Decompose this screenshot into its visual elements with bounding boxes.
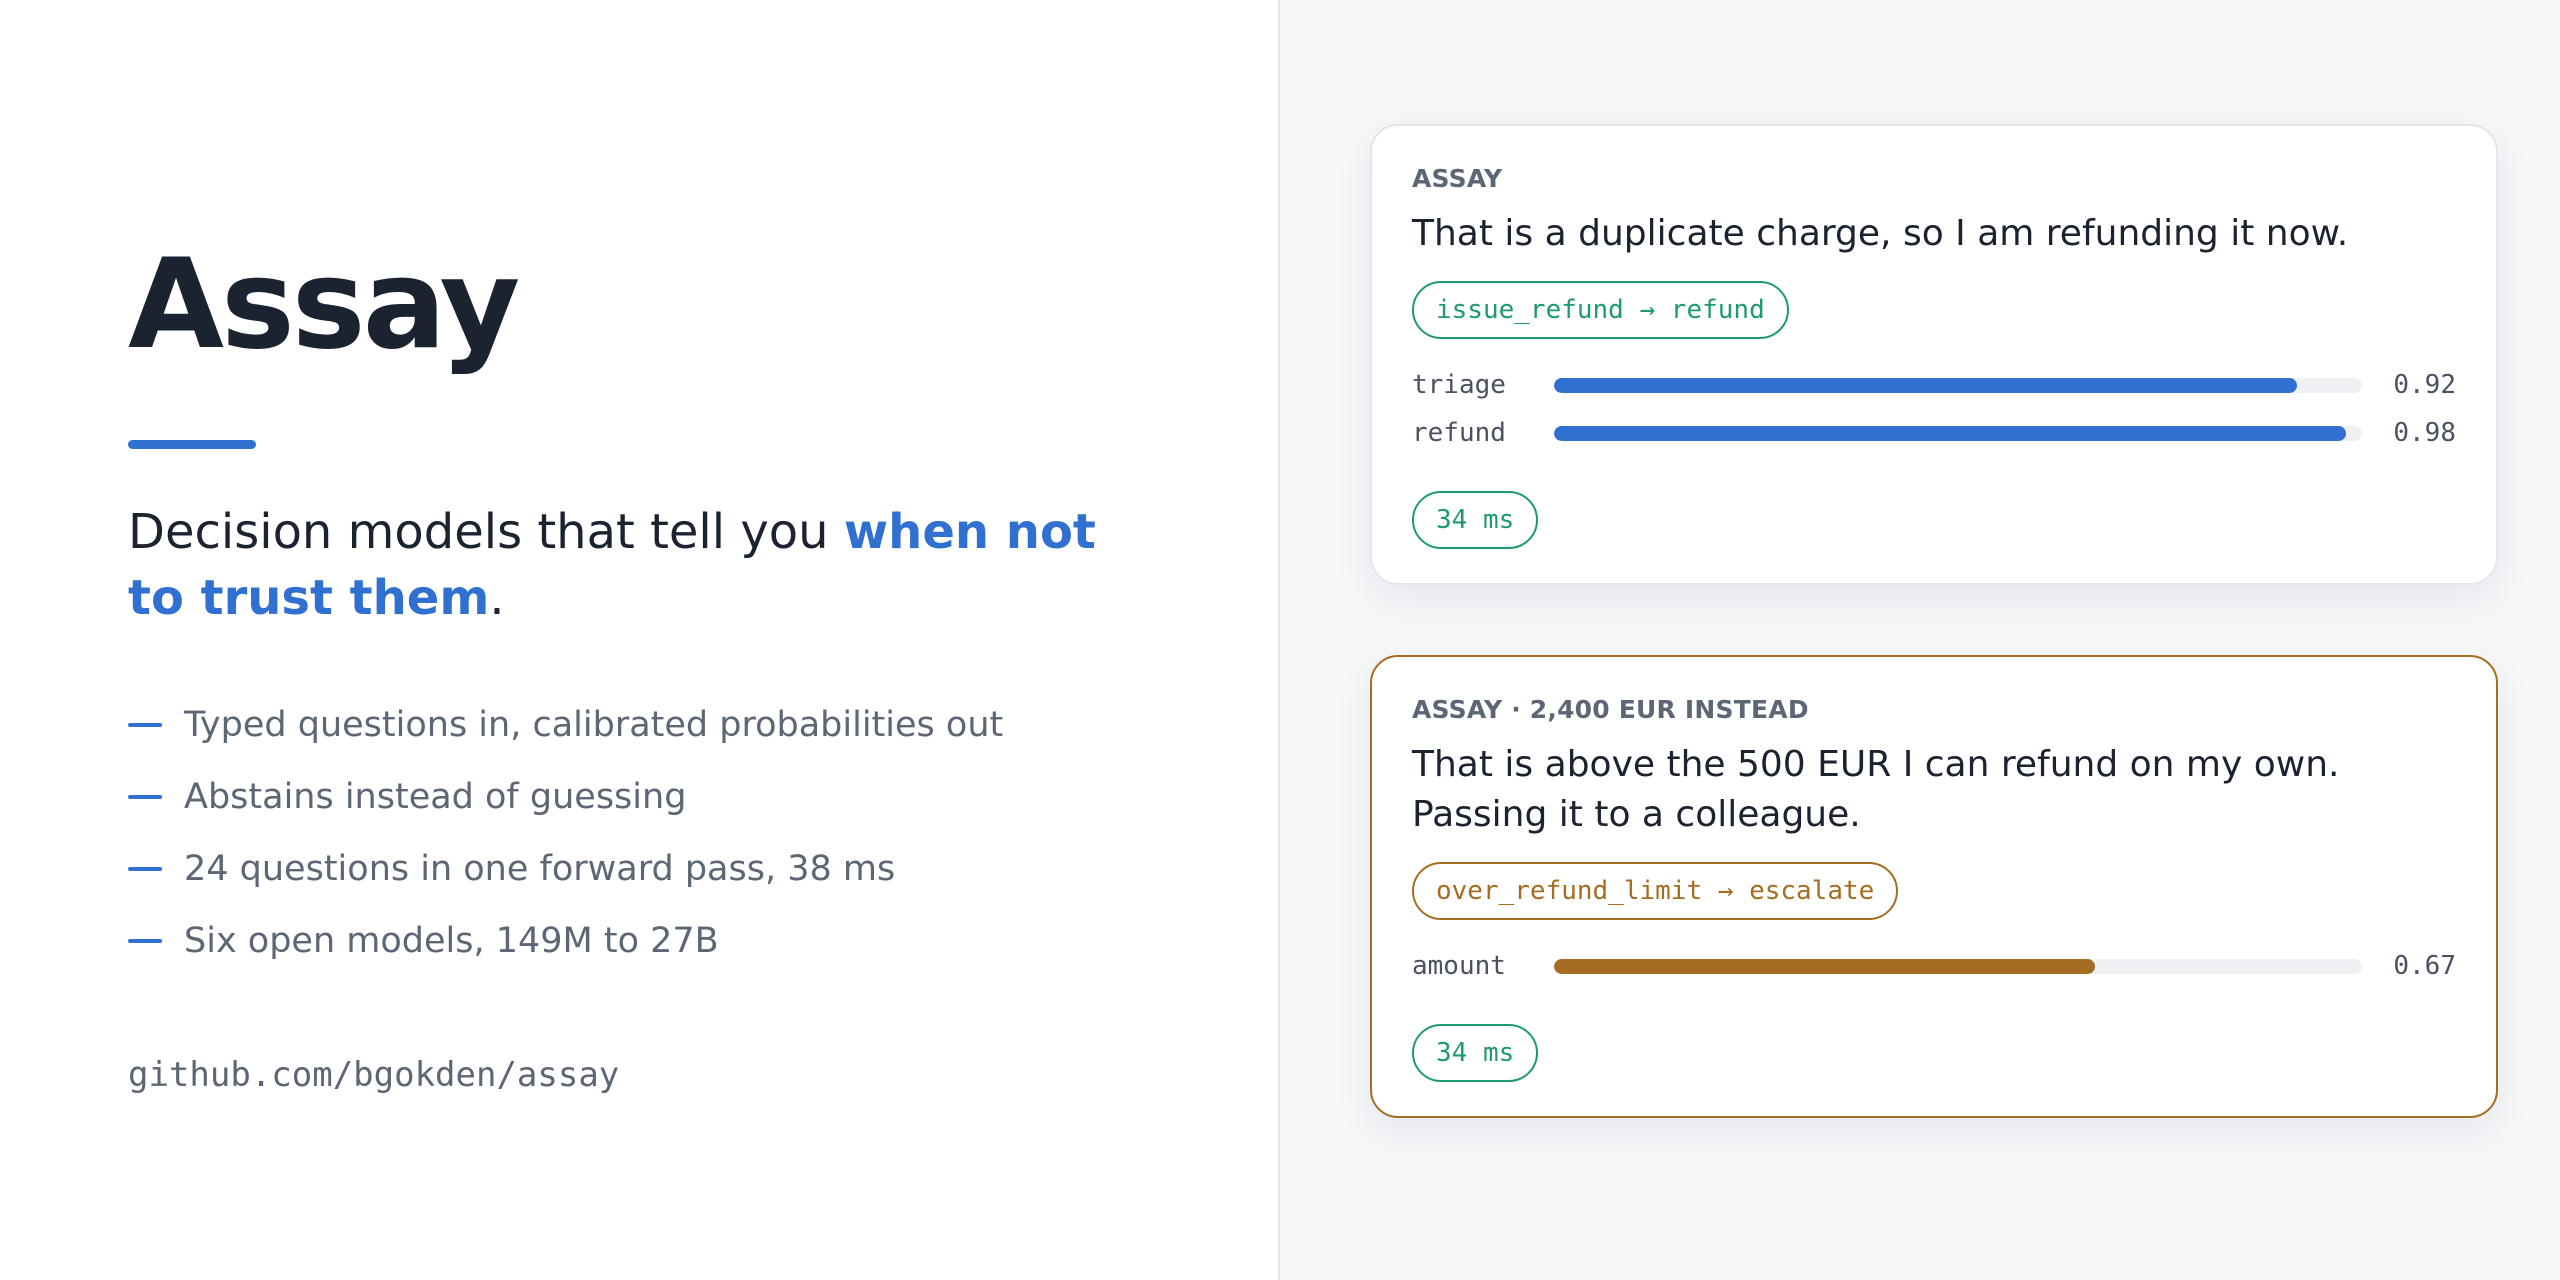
- decision-pill: issue_refund → refund: [1412, 281, 1789, 339]
- probability-fill: [1554, 958, 2096, 974]
- card-message: That is a duplicate charge, so I am refu…: [1412, 213, 2349, 254]
- feature-item: Abstains instead of guessing: [128, 761, 1278, 833]
- metric-row: refund 0.98: [1412, 409, 2456, 457]
- feature-text: Six open models, 149M to 27B: [184, 921, 719, 961]
- probability-track: [1554, 958, 2362, 974]
- response-card-refund: ASSAY That is a duplicate charge, so I a…: [1370, 124, 2498, 585]
- metric-name: refund: [1412, 418, 1506, 448]
- latency-pill: 34 ms: [1412, 1024, 1539, 1082]
- dash-bullet-icon: [128, 795, 162, 799]
- latency-pill: 34 ms: [1412, 491, 1539, 549]
- feature-item: 24 questions in one forward pass, 38 ms: [128, 833, 1278, 905]
- probability-track: [1554, 377, 2362, 393]
- card-message: That is above the 500 EUR I can refund o…: [1412, 744, 2340, 835]
- metric-list: triage 0.92 refund 0.98: [1412, 361, 2456, 457]
- metric-list: amount 0.67: [1412, 942, 2456, 990]
- metric-value: 0.67: [2393, 951, 2456, 981]
- tagline: Decision models that tell you when not t…: [128, 499, 1168, 631]
- metric-value: 0.98: [2393, 418, 2456, 448]
- tagline-prefix: Decision models that tell you: [128, 504, 844, 560]
- title-accent-bar: [128, 440, 256, 449]
- metric-row: triage 0.92: [1412, 361, 2456, 409]
- examples-panel: ASSAY That is a duplicate charge, so I a…: [1280, 0, 2560, 1280]
- probability-fill: [1554, 425, 2346, 441]
- metric-name: amount: [1412, 951, 1506, 981]
- feature-text: Abstains instead of guessing: [184, 777, 687, 817]
- feature-list: Typed questions in, calibrated probabili…: [128, 689, 1278, 977]
- intro-panel: Assay Decision models that tell you when…: [0, 0, 1280, 1280]
- card-label: ASSAY: [1412, 164, 1503, 193]
- slide: Assay Decision models that tell you when…: [0, 0, 2560, 1280]
- metric-name: triage: [1412, 370, 1506, 400]
- decision-pill: over_refund_limit → escalate: [1412, 862, 1899, 920]
- probability-fill: [1554, 377, 2298, 393]
- tagline-suffix: .: [489, 570, 505, 626]
- dash-bullet-icon: [128, 723, 162, 727]
- repo-link[interactable]: github.com/bgokden/assay: [128, 1055, 1278, 1095]
- response-card-escalate: ASSAY · 2,400 EUR INSTEAD That is above …: [1370, 655, 2498, 1118]
- product-title: Assay: [128, 233, 520, 377]
- feature-item: Typed questions in, calibrated probabili…: [128, 689, 1278, 761]
- card-label: ASSAY · 2,400 EUR INSTEAD: [1412, 695, 1809, 724]
- feature-text: 24 questions in one forward pass, 38 ms: [184, 849, 896, 889]
- feature-text: Typed questions in, calibrated probabili…: [184, 705, 1004, 745]
- feature-item: Six open models, 149M to 27B: [128, 905, 1278, 977]
- dash-bullet-icon: [128, 939, 162, 943]
- metric-value: 0.92: [2393, 370, 2456, 400]
- dash-bullet-icon: [128, 867, 162, 871]
- probability-track: [1554, 425, 2362, 441]
- metric-row: amount 0.67: [1412, 942, 2456, 990]
